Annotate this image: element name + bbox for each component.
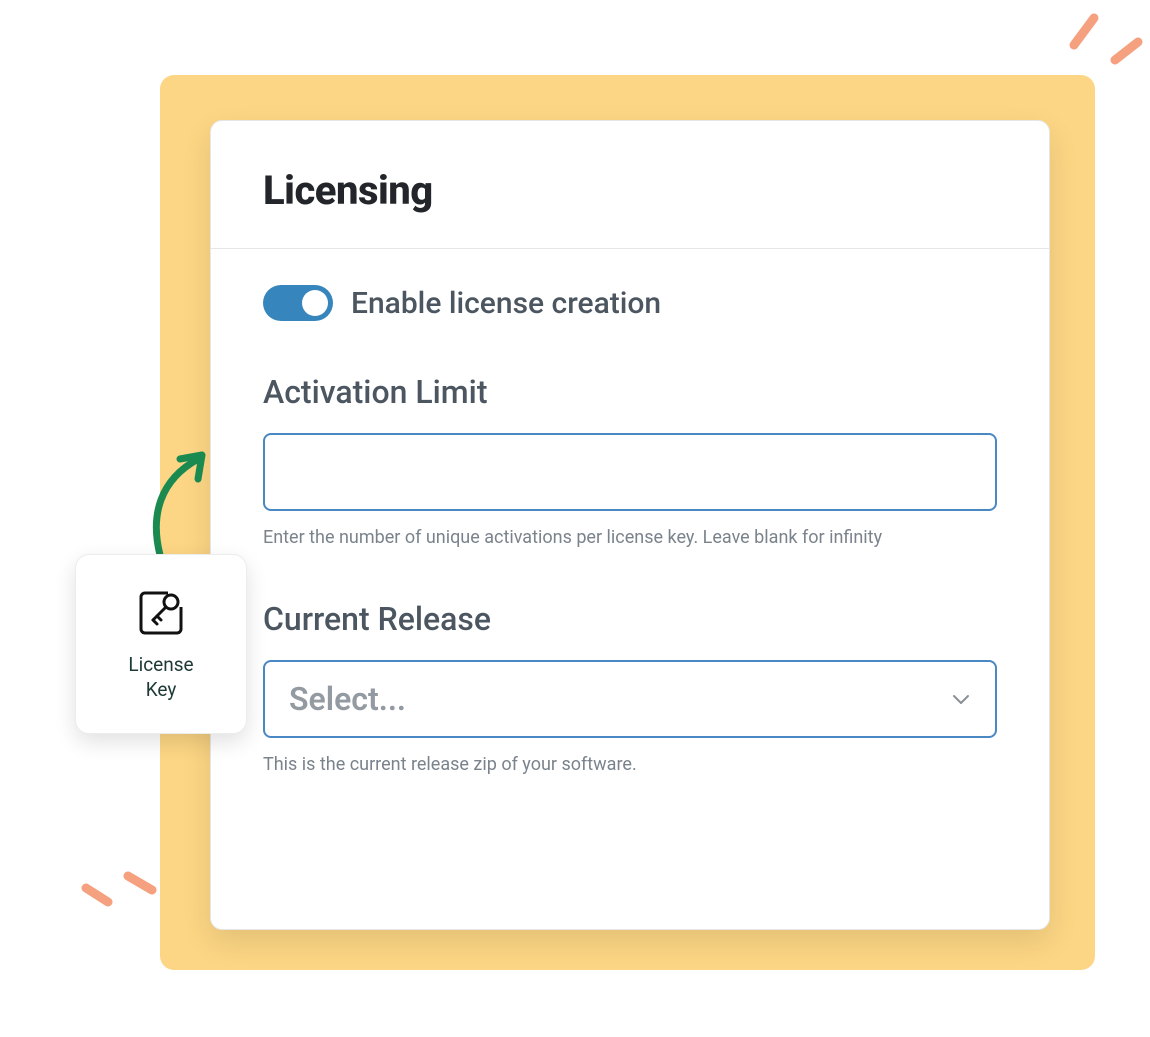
card-body: Enable license creation Activation Limit… [211,249,1049,775]
license-key-badge-label: License Key [128,653,193,702]
toggle-knob [302,290,328,316]
card-title: Licensing [263,167,997,214]
badge-label-line2: Key [146,678,177,701]
badge-label-line1: License [128,653,193,676]
select-placeholder: Select... [289,680,406,718]
decoration-top-right [1060,0,1150,80]
licensing-card: Licensing Enable license creation Activa… [210,120,1050,930]
current-release-select[interactable]: Select... [263,660,997,738]
activation-limit-input[interactable] [263,433,997,511]
enable-license-row: Enable license creation [263,285,997,321]
enable-license-label: Enable license creation [351,286,661,321]
enable-license-toggle[interactable] [263,285,333,321]
current-release-label: Current Release [263,600,997,638]
arrow-icon [140,445,230,565]
activation-limit-label: Activation Limit [263,373,997,411]
license-key-badge: License Key [75,554,247,734]
activation-limit-helper: Enter the number of unique activations p… [263,527,997,548]
current-release-helper: This is the current release zip of your … [263,754,997,775]
license-key-icon [133,585,189,641]
decoration-bottom-left [72,870,162,940]
chevron-down-icon [951,689,971,709]
card-header: Licensing [211,121,1049,249]
